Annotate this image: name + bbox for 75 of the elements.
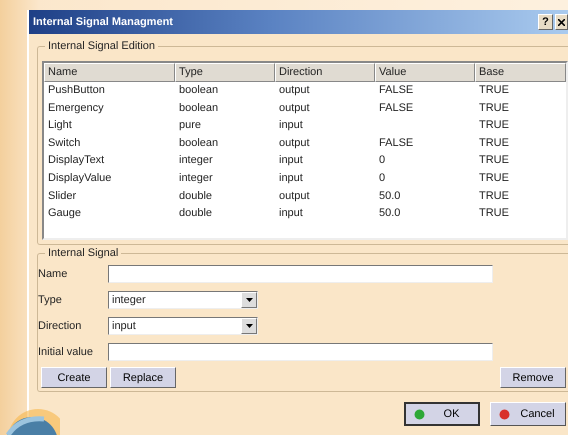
table-cell-text: double: [178, 206, 214, 222]
table-cell-text: TRUE: [478, 153, 510, 168]
input-field[interactable]: [108, 343, 493, 361]
table-row[interactable]: Slider double output 50.0 TRUE: [44, 188, 566, 206]
table-cell-text: output: [278, 136, 311, 151]
table-cell-text: double: [178, 188, 214, 204]
table-cell-text: TRUE: [478, 83, 510, 98]
table-cell-text: TRUE: [478, 188, 510, 204]
dropdown[interactable]: input: [108, 317, 258, 335]
status-dot-icon: [414, 408, 425, 420]
table-cell-text: boolean: [178, 83, 220, 98]
table-cell-text: input: [278, 153, 304, 168]
dropdown-arrow-icon: [246, 324, 252, 328]
table-row[interactable]: Switch boolean output FALSE TRUE: [44, 134, 566, 152]
table-cell-text: DisplayValue: [47, 170, 112, 186]
table-cell-text: Switch: [47, 136, 82, 151]
column-header[interactable]: Name: [44, 63, 175, 82]
dropdown-arrow-icon: [246, 298, 252, 302]
table-cell-text: input: [278, 118, 304, 134]
table-cell-text: pure: [178, 118, 202, 134]
table-cell-text: 0: [378, 170, 386, 186]
table-cell-text: 50.0: [378, 188, 402, 204]
table-cell-text: integer: [178, 153, 214, 168]
ok-button[interactable]: OK: [404, 402, 480, 426]
column-header[interactable]: Base: [475, 63, 566, 82]
table-cell-text: input: [278, 206, 304, 222]
column-header[interactable]: Type: [175, 63, 275, 82]
field-label: Name: [38, 268, 68, 280]
table-cell-text: TRUE: [478, 206, 510, 222]
table-cell-text: 0: [378, 153, 386, 168]
column-header[interactable]: Value: [375, 63, 475, 82]
table-cell-text: Slider: [47, 188, 78, 204]
table-row[interactable]: DisplayText integer input 0 TRUE: [44, 152, 566, 170]
field-label: Direction: [38, 320, 82, 332]
table-cell-text: Light: [47, 118, 73, 134]
column-header[interactable]: Direction: [275, 63, 375, 82]
input-field[interactable]: [108, 265, 493, 283]
table-cell-text: boolean: [178, 100, 220, 116]
table-cell-text: output: [278, 188, 311, 204]
table-cell-text: integer: [178, 170, 214, 186]
table-cell-text: TRUE: [478, 118, 510, 134]
table-row[interactable]: Emergency boolean output FALSE TRUE: [44, 100, 566, 118]
action-button[interactable]: Replace: [110, 367, 176, 388]
table-cell-text: TRUE: [478, 136, 510, 151]
table-cell-text: boolean: [178, 136, 220, 151]
table-cell-text: DisplayText: [47, 153, 106, 168]
action-button[interactable]: Create: [41, 367, 107, 388]
table-cell-text: PushButton: [47, 83, 106, 98]
table-cell-text: Emergency: [47, 100, 105, 116]
table-cell-text: TRUE: [478, 100, 510, 116]
table-row[interactable]: PushButton boolean output FALSE TRUE: [44, 82, 566, 100]
table-row[interactable]: DisplayValue integer input 0 TRUE: [44, 170, 566, 188]
group-title: Internal Signal: [45, 247, 122, 259]
group-title: Internal Signal Edition: [45, 40, 158, 52]
status-dot-icon: [499, 408, 510, 420]
table-cell-text: input: [278, 170, 304, 186]
table-cell-text: output: [278, 83, 311, 98]
table-cell-text: FALSE: [378, 100, 414, 116]
window-title: Internal Signal Managment: [33, 16, 174, 28]
table-row[interactable]: Gauge double input 50.0 TRUE: [44, 205, 566, 223]
close-icon: [558, 18, 565, 26]
table-cell-text: output: [278, 100, 311, 116]
table-cell-text: 50.0: [378, 206, 402, 222]
table-cell-text: FALSE: [378, 136, 414, 151]
close-button[interactable]: [555, 14, 568, 30]
table-cell-text: TRUE: [478, 170, 510, 186]
field-label: Type: [38, 294, 63, 306]
table-cell-text: FALSE: [378, 83, 414, 98]
remove-button[interactable]: Remove: [500, 367, 566, 388]
help-button[interactable]: ?: [538, 14, 553, 30]
dropdown[interactable]: integer: [108, 291, 258, 309]
table-cell-text: Gauge: [47, 206, 82, 222]
cancel-button[interactable]: Cancel: [490, 402, 566, 426]
field-label: Initial value: [38, 346, 94, 358]
table-row[interactable]: Light pure input TRUE: [44, 117, 566, 135]
